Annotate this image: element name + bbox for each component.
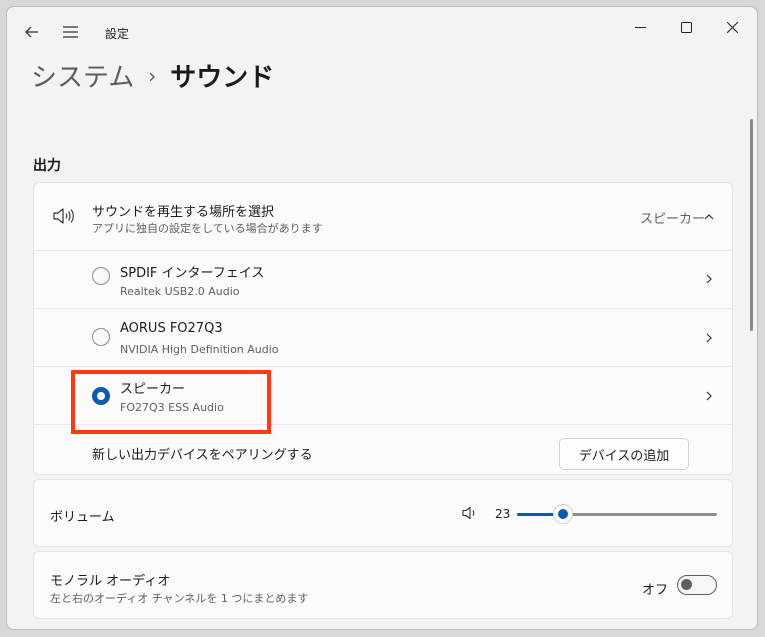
device-name-spdif: SPDIF インターフェイス [120,266,265,281]
minimize-button[interactable] [617,9,663,45]
app-title: 設定 [105,27,130,41]
back-button[interactable] [17,17,47,47]
title-bar: 設定 [7,7,757,55]
mono-audio-card: モノラル オーディオ 左と右のオーディオ チャンネルを 1 つにまとめます オフ [33,551,733,619]
output-selector-row[interactable]: サウンドを再生する場所を選択 アプリに独自の設定をしている場合があります スピー… [34,183,732,250]
device-radio-spdif[interactable] [92,267,110,285]
hamburger-icon [62,26,78,38]
mono-audio-subtitle: 左と右のオーディオ チャンネルを 1 つにまとめます [50,592,309,605]
section-title-output: 出力 [33,158,61,174]
chevron-right-icon[interactable] [704,274,714,284]
close-button[interactable] [709,9,755,45]
pair-device-label: 新しい出力デバイスをペアリングする [92,448,313,463]
volume-slider-thumb[interactable] [553,504,573,524]
speaker-mute-toggle-icon[interactable] [462,506,478,520]
breadcrumb: システム › サウンド [31,57,274,94]
volume-label: ボリューム [50,510,115,525]
close-icon [726,21,738,33]
minimize-icon [634,26,646,28]
device-radio-aorus[interactable] [92,328,110,346]
scrollbar[interactable] [750,119,753,331]
maximize-button[interactable] [663,9,709,45]
mono-audio-title: モノラル オーディオ [50,574,171,589]
output-selector-title: サウンドを再生する場所を選択 [92,205,275,220]
menu-button[interactable] [55,17,85,47]
back-arrow-icon [25,26,38,38]
page-title: サウンド [170,63,275,93]
toggle-knob [681,579,692,590]
chevron-up-icon[interactable] [704,212,714,222]
mono-audio-state: オフ [642,583,669,598]
maximize-icon [680,21,692,33]
volume-slider[interactable] [517,504,717,524]
selection-highlight-box [71,370,271,434]
device-name-aorus: AORUS FO27Q3 [120,321,223,336]
add-device-button[interactable]: デバイスの追加 [559,438,689,470]
device-detail-spdif: Realtek USB2.0 Audio [120,285,240,298]
chevron-right-icon[interactable] [704,333,714,343]
chevron-right-icon[interactable] [704,391,714,401]
volume-value: 23 [495,507,511,521]
device-row-spdif[interactable]: SPDIF インターフェイス Realtek USB2.0 Audio [34,251,732,308]
device-detail-aorus: NVIDIA High Definition Audio [120,343,279,356]
current-output-value: スピーカー [640,212,706,227]
breadcrumb-separator: › [148,63,157,88]
settings-window: 設定 システム › サウンド 出力 サウンドを再生する場所を選択 アプリに独自の… [6,6,758,630]
speaker-volume-icon [53,208,74,224]
breadcrumb-system[interactable]: システム [31,57,134,94]
mono-audio-toggle[interactable] [677,575,717,595]
device-row-aorus[interactable]: AORUS FO27Q3 NVIDIA High Definition Audi… [34,309,732,366]
output-selector-subtitle: アプリに独自の設定をしている場合があります [92,222,323,235]
